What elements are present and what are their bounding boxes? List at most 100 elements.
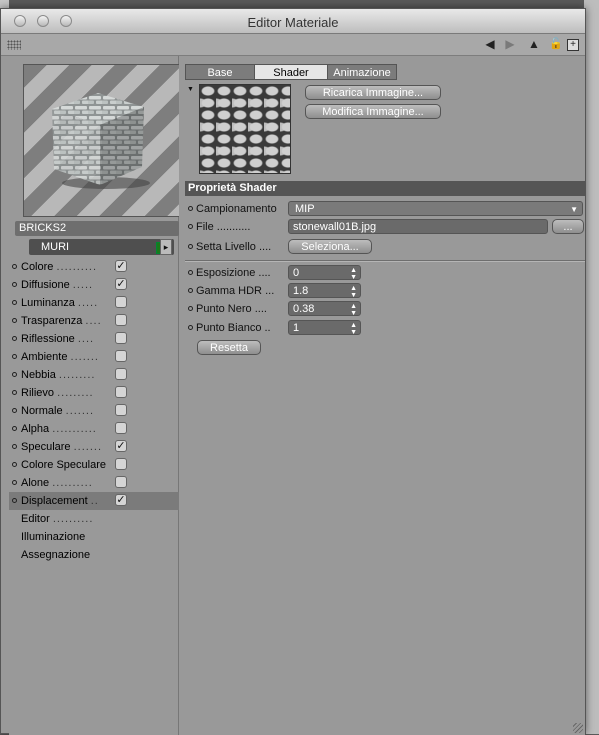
animation-bullet-icon[interactable] [12,282,17,287]
animation-bullet-icon[interactable] [12,480,17,485]
animation-bullet-icon[interactable] [12,498,17,503]
channel-label: Normale [21,405,63,417]
divider [185,260,585,262]
channel-checkbox[interactable]: ✓ [115,278,127,290]
animation-bullet-icon[interactable] [12,318,17,323]
channel-item[interactable]: Diffusione ..... ✓ [9,276,179,294]
black-point-dots: .... [254,303,267,315]
animation-bullet-icon[interactable] [188,306,193,311]
texture-thumbnail[interactable] [199,84,291,174]
channel-item[interactable]: Alpha ........... [9,420,179,438]
back-arrow-icon[interactable]: ◀ [483,37,497,51]
channel-checkbox[interactable]: ✓ [115,260,127,272]
channel-item[interactable]: Trasparenza .... [9,312,179,330]
channel-checkbox[interactable]: ✓ [115,440,127,452]
channel-checkbox[interactable] [115,350,127,362]
channel-item[interactable]: Riflessione .... [9,330,179,348]
channel-item[interactable]: Normale ....... [9,402,179,420]
channel-label-dots: .... [85,315,102,327]
animation-bullet-icon[interactable] [12,372,17,377]
animation-bullet-icon[interactable] [188,270,193,275]
channel-checkbox[interactable] [115,332,127,344]
channel-checkbox[interactable] [115,314,127,326]
lock-icon[interactable]: 🔓 [549,37,563,51]
channel-item[interactable]: Ambiente ....... [9,348,179,366]
panel-item[interactable]: Illuminazione [9,528,179,546]
channel-item[interactable]: Speculare ....... ✓ [9,438,179,456]
channel-checkbox[interactable] [115,296,127,308]
animation-bullet-icon[interactable] [188,224,193,229]
channel-item[interactable]: Colore .......... ✓ [9,258,179,276]
white-point-input[interactable]: 1 ▲ ▼ [288,320,361,336]
channel-checkbox[interactable] [115,404,127,416]
left-panel: BRICKS2 MURI ▸ Colore .......... ✓ Diffusi… [9,56,183,735]
animation-bullet-icon[interactable] [188,288,193,293]
hdr-gamma-input[interactable]: 1.8 ▲ ▼ [288,283,361,299]
animation-bullet-icon[interactable] [188,244,193,249]
tab-shader[interactable]: Shader [254,64,328,80]
channel-label: Rilievo [21,387,55,399]
animation-bullet-icon[interactable] [12,444,17,449]
channel-item[interactable]: Alone .......... [9,474,179,492]
channel-label: Speculare [21,441,71,453]
white-point-dots: .. [264,322,271,334]
select-button[interactable]: Seleziona... [288,239,372,254]
animation-bullet-icon[interactable] [12,426,17,431]
channel-item[interactable]: Colore Speculare [9,456,179,474]
channel-checkbox[interactable] [115,458,127,470]
resize-grip-icon[interactable] [573,723,583,733]
reload-image-button[interactable]: Ricarica Immagine... [305,85,441,100]
grip-icon[interactable] [7,40,21,50]
tab-animazione[interactable]: Animazione [327,64,397,80]
channel-label-dots: ....... [70,351,99,363]
tab-base[interactable]: Base [185,64,255,80]
animation-bullet-icon[interactable] [188,325,193,330]
exposure-input[interactable]: 0 ▲ ▼ [288,265,361,281]
hdr-gamma-row: Gamma HDR ... 1.8 ▲ ▼ [185,282,585,300]
material-preview[interactable] [23,64,183,217]
exposure-dots: .... [258,267,271,279]
animation-bullet-icon[interactable] [12,354,17,359]
channel-checkbox[interactable]: ✓ [115,494,127,506]
panel-item[interactable]: Assegnazione [9,546,179,564]
panel-item-label: Editor [21,513,50,525]
animation-bullet-icon[interactable] [12,264,17,269]
stepper-arrows-icon[interactable]: ▲ ▼ [350,266,357,281]
panel-item-label: Illuminazione [21,531,86,543]
layer-menu-arrow-icon[interactable]: ▸ [160,239,172,255]
channel-item[interactable]: Displacement .. ✓ [9,492,179,510]
channel-label: Displacement [21,495,88,507]
up-arrow-icon[interactable]: ▲ [527,37,541,51]
channel-checkbox[interactable] [115,422,127,434]
browse-file-button[interactable]: ... [552,219,584,234]
panel-item[interactable]: Editor .......... [9,510,179,528]
edit-image-button[interactable]: Modifica Immagine... [305,104,441,119]
stepper-arrows-icon[interactable]: ▲ ▼ [350,302,357,317]
animation-bullet-icon[interactable] [12,336,17,341]
stepper-arrows-icon[interactable]: ▲ ▼ [350,321,357,336]
reset-button[interactable]: Resetta [197,340,261,355]
animation-bullet-icon[interactable] [12,390,17,395]
title-bar[interactable]: Editor Materiale [1,9,585,34]
white-point-value: 1 [293,322,300,334]
forward-arrow-icon[interactable]: ▶ [503,37,517,51]
channel-checkbox[interactable] [115,476,127,488]
file-field[interactable]: stonewall01B.jpg [288,219,548,234]
animation-bullet-icon[interactable] [12,462,17,467]
channel-item[interactable]: Rilievo ......... [9,384,179,402]
animation-bullet-icon[interactable] [12,300,17,305]
channel-checkbox[interactable] [115,368,127,380]
sampling-dropdown[interactable]: MIP ▼ [288,201,583,216]
new-window-icon[interactable]: + [567,39,579,51]
animation-bullet-icon[interactable] [188,206,193,211]
stepper-arrows-icon[interactable]: ▲ ▼ [350,284,357,299]
channel-item[interactable]: Luminanza ..... [9,294,179,312]
thumbnail-collapse-icon[interactable]: ▼ [187,86,194,93]
material-name[interactable]: BRICKS2 [15,221,179,236]
layer-selector[interactable]: MURI [29,239,174,255]
black-point-row: Punto Nero .... 0.38 ▲ ▼ [185,300,585,318]
black-point-input[interactable]: 0.38 ▲ ▼ [288,301,361,317]
channel-item[interactable]: Nebbia ......... [9,366,179,384]
channel-checkbox[interactable] [115,386,127,398]
animation-bullet-icon[interactable] [12,408,17,413]
